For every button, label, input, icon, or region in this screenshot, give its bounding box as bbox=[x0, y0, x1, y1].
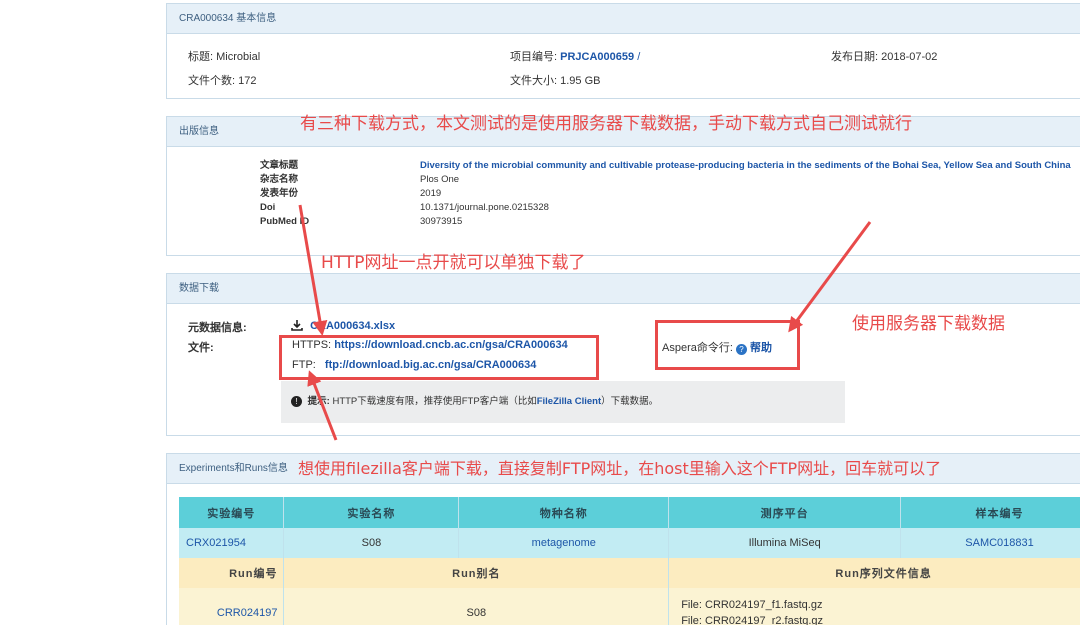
pub-row-title: 文章标题 Diversity of the microbial communit… bbox=[260, 159, 1071, 173]
annotation-filezilla: 想使用filezilla客户端下载，直接复制FTP网址，在host里输入这个FT… bbox=[298, 459, 942, 478]
tip-prefix: 提示: bbox=[307, 396, 330, 407]
run-id-link[interactable]: CRR024197 bbox=[179, 588, 285, 625]
aspera-highlight-box bbox=[655, 320, 800, 370]
run-files: File: CRR024197_f1.fastq.gz File: CRR024… bbox=[668, 588, 1080, 625]
pub-value: 30973915 bbox=[420, 216, 463, 227]
download-header: 数据下载 bbox=[167, 274, 1080, 304]
release-date-field: 发布日期: 2018-07-02 bbox=[831, 48, 937, 64]
pub-key: Doi bbox=[260, 202, 276, 213]
experiment-id-link[interactable]: CRX021954 bbox=[179, 528, 285, 558]
pub-value: 10.1371/journal.pone.0215328 bbox=[420, 202, 549, 213]
pub-row-journal: 杂志名称 Plos One bbox=[260, 173, 459, 187]
col-header: 样本编号 bbox=[900, 497, 1080, 528]
basic-info-panel: CRA000634 基本信息 标题: Microbial 项目编号: PRJCA… bbox=[166, 3, 1080, 99]
title-field: 标题: Microbial bbox=[188, 48, 260, 64]
platform: Illumina MiSeq bbox=[668, 528, 902, 558]
file-label: 文件: bbox=[188, 342, 214, 354]
annotation-server: 使用服务器下载数据 bbox=[852, 314, 1005, 334]
release-value: 2018-07-02 bbox=[881, 51, 938, 63]
file-size-field: 文件大小: 1.95 GB bbox=[510, 72, 600, 88]
pub-row-doi: Doi 10.1371/journal.pone.0215328 bbox=[260, 201, 549, 215]
filezilla-link[interactable]: FileZilla Client bbox=[537, 396, 601, 407]
release-label: 发布日期: bbox=[831, 51, 879, 63]
annotation-top: 有三种下载方式，本文测试的是使用服务器下载数据，手动下载方式自己测试就行 bbox=[300, 114, 912, 134]
col-header: 测序平台 bbox=[668, 497, 902, 528]
title-label: 标题: bbox=[188, 51, 214, 63]
experiment-name: S08 bbox=[283, 528, 460, 558]
runs-table: Run编号 Run别名 Run序列文件信息 CRR024197 S08 File… bbox=[179, 558, 1080, 625]
experiment-row: CRX021954 S08 metagenome Illumina MiSeq … bbox=[179, 528, 1080, 558]
title-value: Microbial bbox=[216, 51, 261, 63]
annotation-http: HTTP网址一点开就可以单独下载了 bbox=[321, 253, 586, 273]
experiment-header-row: 实验编号 实验名称 物种名称 测序平台 样本编号 bbox=[179, 497, 1080, 528]
run-file-item: File: CRR024197_r2.fastq.gz bbox=[681, 615, 824, 625]
filesize-label: 文件大小: bbox=[510, 75, 558, 87]
pub-value: Plos One bbox=[420, 174, 460, 185]
species-link[interactable]: metagenome bbox=[458, 528, 670, 558]
article-title-link[interactable]: Diversity of the microbial community and… bbox=[420, 159, 1071, 173]
col-header: Run序列文件信息 bbox=[668, 558, 1080, 588]
metadata-download[interactable]: CRA000634.xlsx bbox=[291, 319, 395, 334]
pub-key: 杂志名称 bbox=[260, 174, 299, 185]
tip-text: HTTP下载速度有限，推荐使用FTP客户端（比如 bbox=[332, 396, 537, 407]
file-count-field: 文件个数: 172 bbox=[188, 72, 256, 88]
project-separator: / bbox=[637, 51, 641, 63]
col-header: 实验编号 bbox=[179, 497, 285, 528]
download-tip: ! 提示: HTTP下载速度有限，推荐使用FTP客户端（比如FileZilla … bbox=[281, 381, 845, 423]
project-label: 项目编号: bbox=[510, 51, 558, 63]
pub-key: PubMed ID bbox=[260, 216, 310, 227]
run-header-row: Run编号 Run别名 Run序列文件信息 bbox=[179, 558, 1080, 588]
info-icon: ! bbox=[291, 395, 302, 407]
publication-panel: 出版信息 文章标题 Diversity of the microbial com… bbox=[166, 116, 1080, 256]
filecount-label: 文件个数: bbox=[188, 75, 236, 87]
tip-suffix: ）下载数据。 bbox=[601, 396, 659, 407]
filecount-value: 172 bbox=[238, 75, 257, 87]
download-icon bbox=[291, 319, 303, 334]
sample-link[interactable]: SAMC018831 bbox=[900, 528, 1080, 558]
project-field: 项目编号: PRJCA000659 / bbox=[510, 48, 640, 64]
project-link[interactable]: PRJCA000659 bbox=[560, 51, 634, 63]
col-header: Run别名 bbox=[283, 558, 670, 588]
col-header: Run编号 bbox=[179, 558, 285, 588]
url-highlight-box bbox=[279, 335, 599, 380]
col-header: 物种名称 bbox=[458, 497, 670, 528]
run-file-item: File: CRR024197_f1.fastq.gz bbox=[681, 599, 823, 611]
col-header: 实验名称 bbox=[283, 497, 460, 528]
pub-value: 2019 bbox=[420, 188, 442, 199]
metadata-label: 元数据信息: bbox=[188, 322, 247, 334]
experiments-table: 实验编号 实验名称 物种名称 测序平台 样本编号 CRX021954 S08 m… bbox=[179, 497, 1080, 558]
pub-row-year: 发表年份 2019 bbox=[260, 187, 441, 201]
pub-key: 发表年份 bbox=[260, 188, 299, 199]
metadata-file-link[interactable]: CRA000634.xlsx bbox=[310, 320, 395, 332]
pub-row-pubmed: PubMed ID 30973915 bbox=[260, 215, 462, 229]
basic-info-header: CRA000634 基本信息 bbox=[167, 4, 1080, 34]
pub-key: 文章标题 bbox=[260, 160, 299, 171]
run-alias: S08 bbox=[283, 588, 670, 625]
run-row: CRR024197 S08 File: CRR024197_f1.fastq.g… bbox=[179, 588, 1080, 625]
filesize-value: 1.95 GB bbox=[560, 75, 601, 87]
